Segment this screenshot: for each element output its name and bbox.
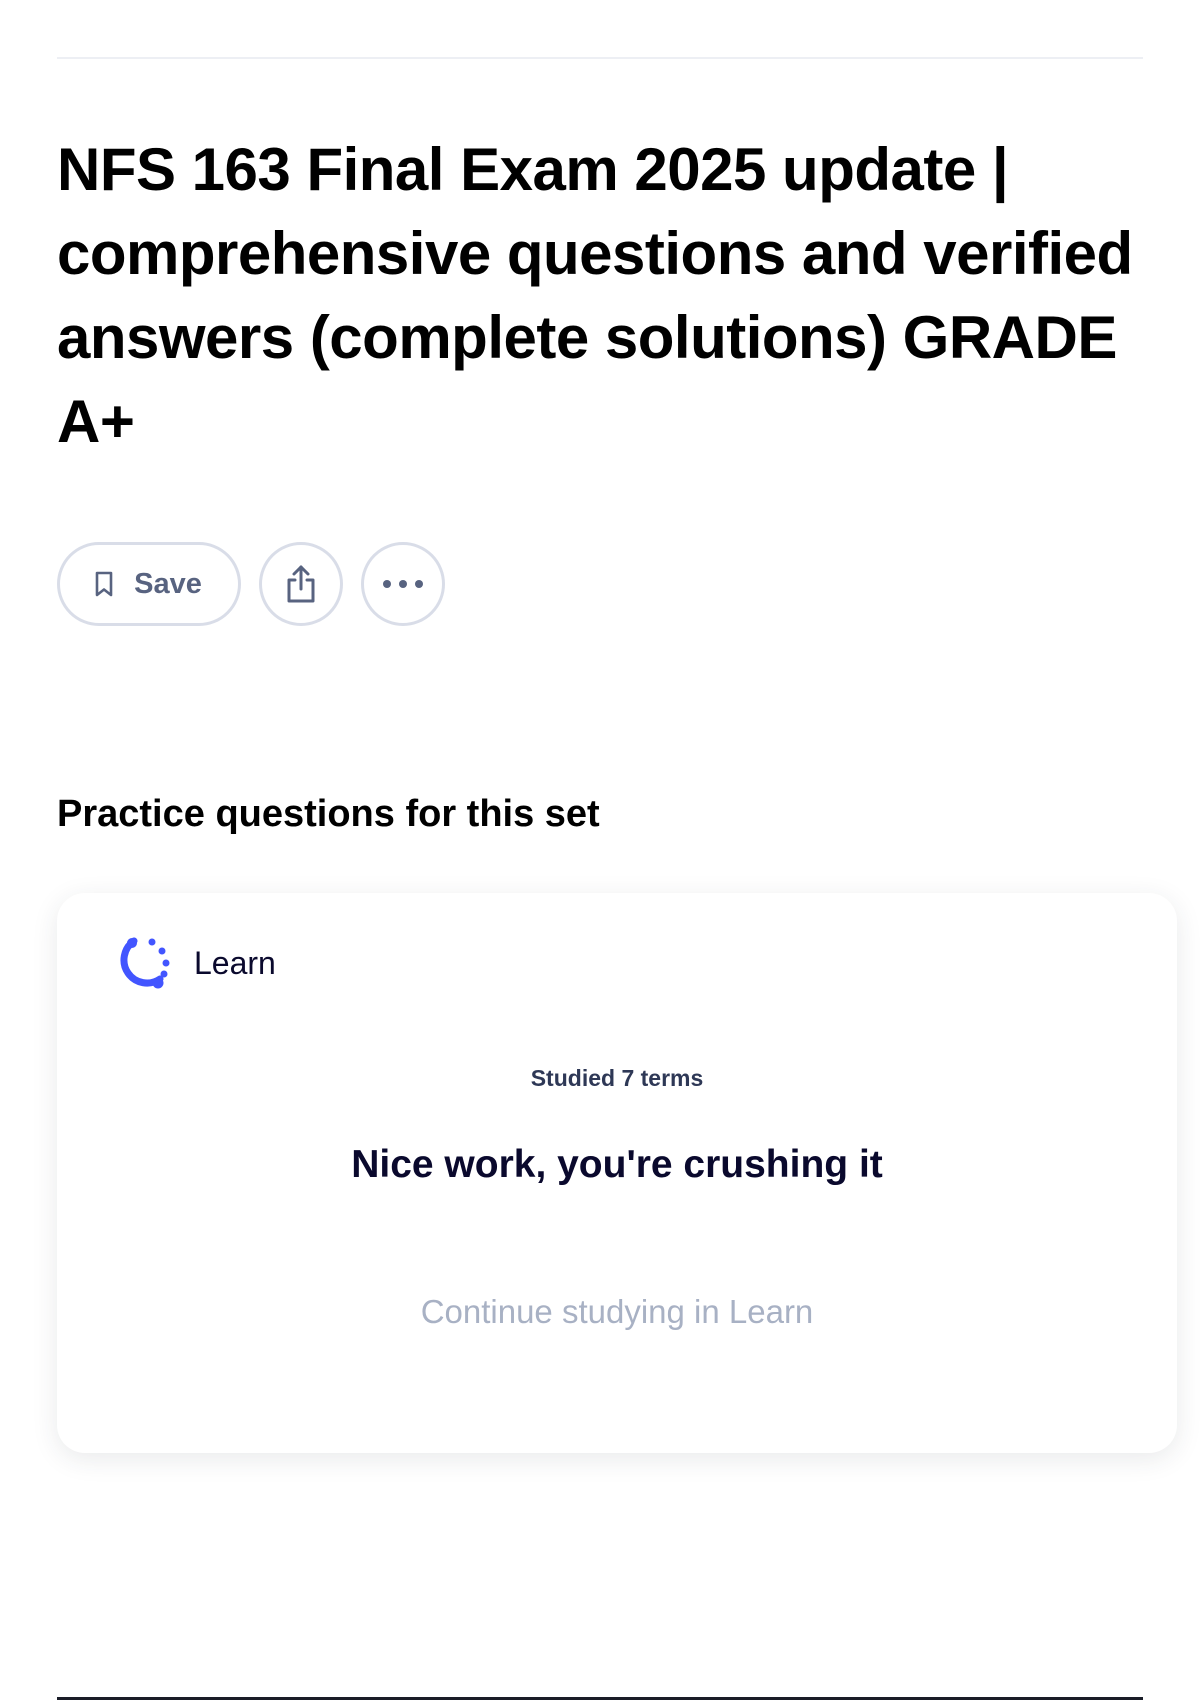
studied-count: Studied 7 terms — [530, 1065, 704, 1091]
more-options-button[interactable] — [361, 542, 445, 626]
learn-header: Learn — [112, 933, 276, 993]
learn-progress-icon — [112, 933, 172, 993]
action-row: Save — [57, 542, 445, 626]
save-label: Save — [134, 567, 202, 600]
learn-card[interactable]: Learn Studied 7 terms Nice work, you're … — [57, 893, 1177, 1453]
continue-learn-link[interactable]: Continue studying in Learn — [57, 1293, 1177, 1331]
practice-section-heading: Practice questions for this set — [57, 793, 600, 835]
learn-mode-label: Learn — [194, 944, 276, 981]
share-button[interactable] — [259, 542, 343, 626]
bookmark-icon — [92, 570, 116, 598]
page-title: NFS 163 Final Exam 2025 update | compreh… — [57, 136, 1133, 455]
save-button[interactable]: Save — [57, 542, 241, 626]
encouragement-message: Nice work, you're crushing it — [351, 1143, 883, 1186]
share-icon — [282, 563, 320, 605]
more-horizontal-icon — [381, 578, 425, 590]
top-divider — [57, 57, 1143, 59]
